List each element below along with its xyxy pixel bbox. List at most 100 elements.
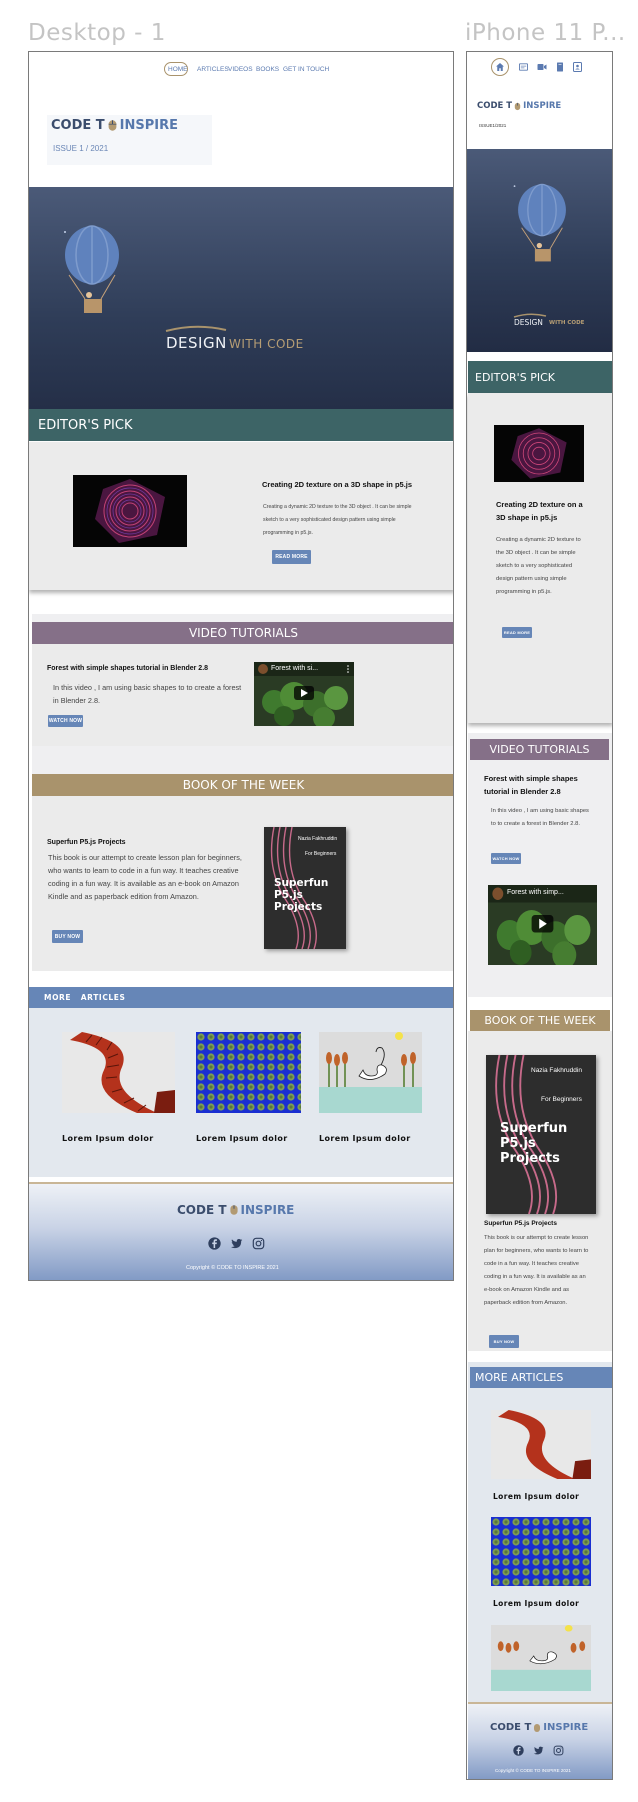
mobile-editors-pick-title[interactable]: Creating 2D texture on a 3D shape in p5.… [496, 498, 584, 524]
nav-books-link[interactable]: BOOKS [256, 66, 279, 73]
video-thumb-title: Forest with si... [271, 665, 319, 672]
dot-grid-image [491, 1517, 591, 1586]
nav-home-link[interactable]: HOME [168, 66, 188, 73]
article-title-1[interactable]: Lorem Ipsum dolor [62, 1134, 154, 1143]
mobile-editors-pick-description: Creating a dynamic 2D texture to the 3D … [496, 537, 581, 595]
mobile-frame-label: iPhone 11 P... [465, 20, 626, 46]
twitter-icon[interactable] [533, 1745, 544, 1756]
nav-contact-link[interactable]: GET IN TOUCH [283, 66, 329, 73]
swan-pond-image [491, 1625, 591, 1691]
mobile-article-thumb-2[interactable] [491, 1517, 591, 1586]
nav-videos-link[interactable]: VIDEOS [228, 66, 253, 73]
brand-logo[interactable]: CODE T INSPIRE [51, 118, 178, 133]
mobile-video-player[interactable]: Forest with simp... [488, 885, 597, 965]
hero-design-text: DESIGN [166, 334, 227, 352]
footer-logo-left: CODE T [177, 1203, 227, 1217]
nav-articles-link[interactable]: ARTICLES [197, 66, 229, 73]
logo-text-left: CODE T [51, 118, 105, 133]
instagram-icon[interactable] [553, 1745, 564, 1756]
mobile-book-cover[interactable]: Nazia Fakhruddin For Beginners Superfun … [486, 1055, 596, 1214]
book-cover[interactable]: Nazia Fakhruddin For Beginners Superfun … [264, 827, 346, 949]
book-icon[interactable] [556, 62, 564, 72]
mobile-issue-label: ISSUE1/2021 [479, 123, 507, 128]
mobile-footer-logo[interactable]: CODE T INSPIRE [490, 1722, 588, 1733]
article-thumb-3[interactable] [319, 1032, 422, 1113]
hot-air-balloon-icon [513, 183, 566, 262]
mobile-editors-pick-thumbnail[interactable] [494, 425, 584, 482]
editors-pick-heading: EDITOR'S PICK [29, 409, 453, 441]
video-icon[interactable] [537, 63, 547, 71]
read-more-button[interactable]: READ MORE [272, 550, 311, 564]
book-cover-title-1: Superfun [274, 877, 329, 889]
contact-icon[interactable] [573, 62, 582, 72]
mobile-book-heading: BOOK OF THE WEEK [470, 1010, 610, 1031]
ribbon-image [498, 1410, 591, 1479]
desktop-artboard: HOME ARTICLES VIDEOS BOOKS GET IN TOUCH … [28, 51, 454, 1281]
mobile-buy-now-button[interactable]: BUY NOW [489, 1335, 519, 1348]
mobile-hero-banner: DESIGN WITH CODE [467, 149, 612, 352]
article-title-3[interactable]: Lorem Ipsum dolor [319, 1134, 411, 1143]
facebook-icon[interactable] [513, 1745, 524, 1756]
article-thumb-2[interactable] [196, 1032, 301, 1113]
editors-pick-description: Creating a dynamic 2D texture to the 3D … [263, 504, 412, 536]
mobile-book-cover-subtitle: For Beginners [541, 1096, 582, 1103]
mobile-article-thumb-1[interactable] [491, 1410, 591, 1479]
buy-now-button[interactable]: BUY NOW [52, 930, 83, 943]
editors-pick-thumbnail[interactable] [73, 475, 187, 547]
book-cover-title-2: P5.js [274, 889, 303, 901]
hero-with-code-text: WITH CODE [229, 337, 304, 351]
footer-copyright: Copyright © CODE TO INSPIRE 2021 [186, 1265, 279, 1271]
mobile-logo-left: CODE T [477, 101, 513, 111]
article-title-2[interactable]: Lorem Ipsum dolor [196, 1134, 288, 1143]
mobile-article-title-2[interactable]: Lorem Ipsum dolor [493, 1599, 579, 1608]
video-title[interactable]: Forest with simple shapes tutorial in Bl… [47, 665, 208, 672]
desktop-frame-label: Desktop - 1 [28, 20, 166, 46]
book-description: This book is our attempt to create lesso… [48, 853, 242, 901]
texture-cube-image [511, 428, 567, 479]
mobile-book-title[interactable]: Superfun P5.js Projects [484, 1220, 557, 1227]
mobile-video-description: In this video , I am using basic shapes … [491, 808, 589, 827]
video-player[interactable]: Forest with si... [254, 662, 354, 726]
mobile-article-title-1[interactable]: Lorem Ipsum dolor [493, 1492, 579, 1501]
mobile-book-cover-title-1: Superfun [500, 1121, 568, 1136]
mobile-read-more-button[interactable]: READ MORE [502, 627, 532, 638]
book-cover-title-3: Projects [274, 901, 323, 913]
video-description: In this video , I am using basic shapes … [53, 683, 242, 705]
mobile-footer-logo-left: CODE T [490, 1722, 532, 1733]
editors-pick-title[interactable]: Creating 2D texture on a 3D shape in p5.… [262, 480, 412, 489]
mouse-icon [514, 102, 521, 110]
mobile-editors-pick-heading: EDITOR'S PICK [468, 361, 612, 393]
mobile-watch-now-button[interactable]: WATCH NOW [491, 853, 521, 864]
instagram-icon[interactable] [252, 1237, 265, 1250]
book-heading: BOOK OF THE WEEK [32, 774, 453, 796]
book-cover-author: Nazia Fakhruddin [298, 836, 338, 842]
mobile-footer-logo-right: INSPIRE [543, 1722, 589, 1733]
swan-pond-image [319, 1032, 422, 1113]
mobile-artboard: CODE T INSPIRE ISSUE1/2021 DESIGN WITH C… [466, 51, 613, 1780]
twitter-icon[interactable] [230, 1237, 243, 1250]
mouse-icon [534, 1723, 541, 1732]
mobile-article-thumb-3[interactable] [491, 1625, 591, 1691]
articles-icon[interactable] [519, 63, 528, 71]
hot-air-balloon-icon [64, 225, 119, 313]
footer-logo[interactable]: CODE T INSPIRE [177, 1203, 294, 1217]
facebook-icon[interactable] [208, 1237, 221, 1250]
book-cover-subtitle: For Beginners [305, 851, 337, 857]
mobile-brand-logo[interactable]: CODE T INSPIRE [477, 101, 561, 111]
video-tutorials-heading: VIDEO TUTORIALS [32, 622, 453, 644]
mouse-icon [108, 120, 117, 131]
texture-cube-image [95, 479, 165, 543]
mobile-video-thumb-title: Forest with simp... [507, 889, 564, 896]
article-thumb-1[interactable] [62, 1032, 175, 1113]
mobile-book-cover-author: Nazia Fakhruddin [531, 1067, 582, 1074]
forest-video-thumbnail [488, 885, 597, 965]
book-title[interactable]: Superfun P5.js Projects [47, 839, 126, 846]
mouse-icon [229, 1205, 238, 1215]
logo-text-right: INSPIRE [119, 118, 179, 133]
watch-now-button[interactable]: WATCH NOW [48, 715, 83, 727]
mobile-hero-design: DESIGN [514, 318, 543, 327]
hero-banner: DESIGN WITH CODE [29, 187, 453, 427]
mobile-more-articles-heading: MORE ARTICLES [470, 1367, 612, 1388]
mobile-video-title[interactable]: Forest with simple shapes tutorial in Bl… [484, 772, 599, 798]
dot-grid-image [196, 1032, 301, 1113]
